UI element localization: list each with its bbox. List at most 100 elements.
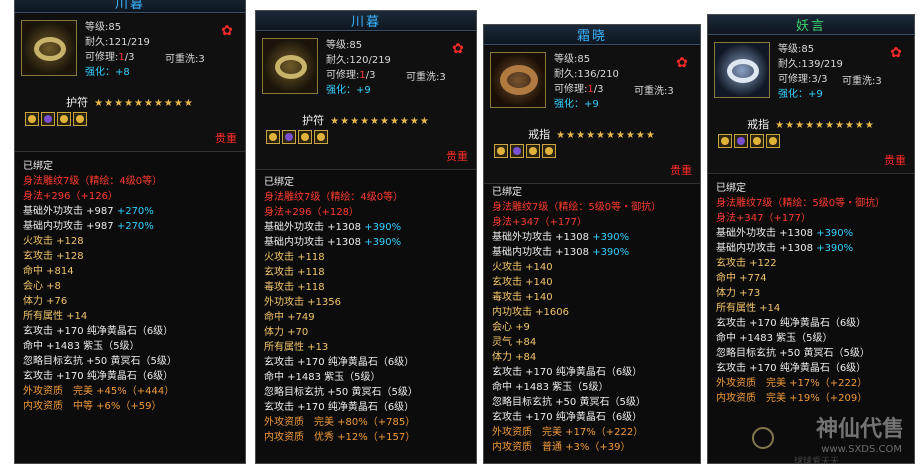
gem-slot-icon[interactable]: [73, 112, 87, 126]
gem-slot-icon[interactable]: [298, 130, 312, 144]
item-name: 川暮: [350, 15, 381, 30]
star-rating: ★★★★★★★★★★: [330, 116, 430, 127]
enhance-label: 强化: [554, 99, 574, 110]
attribute-percent: +390%: [364, 237, 402, 248]
amulet-icon[interactable]: [262, 38, 318, 94]
bound-status: 已绑定: [264, 177, 294, 188]
reset-info: 可重洗:3: [842, 72, 882, 87]
ring-icon[interactable]: [490, 52, 546, 108]
gem-line: 命中 +1483 紫玉（5级）: [716, 333, 833, 344]
aptitude-line: 外攻资质 完美 +17%（+222）: [492, 427, 644, 438]
item-name: 川暮: [114, 0, 145, 12]
attribute-text: 基础内功攻击 +987: [23, 221, 117, 232]
attribute-text: 基础外功攻击 +1308: [492, 232, 593, 243]
attribute-line: 身法雕纹7级（精绘：5级0等・御抗）: [492, 202, 662, 213]
aptitude-line: 外攻资质 完美 +80%（+785）: [264, 417, 416, 428]
reset-info: 可重洗:3: [165, 50, 205, 65]
attribute-line: 身法+347（+177）: [492, 217, 587, 228]
attribute-percent: +390%: [592, 247, 630, 258]
reset-label: 可重洗: [165, 54, 195, 65]
reset-label: 可重洗: [842, 76, 872, 87]
attribute-line: 火攻击 +128: [23, 236, 84, 247]
level-value: :85: [574, 54, 591, 65]
enhance-label: 强化: [778, 89, 798, 100]
durability-label: 耐久: [326, 55, 346, 66]
star-rating: ★★★★★★★★★★: [556, 130, 656, 141]
level-value: :85: [346, 40, 363, 51]
star-rating: ★★★★★★★★★★: [775, 120, 875, 131]
level-value: :85: [105, 22, 122, 33]
aptitude-line: 内攻资质 完美 +19%（+209）: [716, 393, 868, 404]
attribute-line: 身法雕纹7级（精绘：4级0等）: [23, 176, 163, 187]
attribute-line: 命中 +774: [716, 273, 767, 284]
gem-slot-icon[interactable]: [314, 130, 328, 144]
gem-slot-icon[interactable]: [526, 144, 540, 158]
gem-slot-icon[interactable]: [718, 134, 732, 148]
durability-label: 耐久: [778, 59, 798, 70]
attribute-line: 玄攻击 +128: [23, 251, 84, 262]
gem-line: 命中 +1483 紫玉（5级）: [264, 372, 381, 383]
enhance-value: +9: [808, 89, 823, 100]
durability-value: :120/219: [346, 55, 391, 66]
seal-icon: ✿: [676, 55, 688, 71]
seal-icon: ✿: [221, 23, 233, 39]
attribute-percent: +390%: [816, 243, 854, 254]
item-category: 戒指 ★★★★★★★★★★: [708, 116, 914, 132]
gem-line: 命中 +1483 紫玉（5级）: [23, 341, 140, 352]
attribute-line: 会心 +9: [492, 322, 530, 333]
gem-line: 忽略目标玄抗 +50 黄冥石（5级）: [264, 387, 418, 398]
gem-slot-icon[interactable]: [25, 112, 39, 126]
attribute-list: 已绑定 身法雕纹7级（精绘：4级0等） 身法+296（+128） 基础外功攻击 …: [256, 171, 476, 463]
durability-label: 耐久: [85, 37, 105, 48]
gem-slot-icon[interactable]: [734, 134, 748, 148]
attribute-line: 玄攻击 +140: [492, 277, 553, 288]
attribute-line: 基础内功攻击 +1308 +390%: [492, 245, 629, 260]
star-rating: ★★★★★★★★★★: [94, 98, 194, 109]
reset-value: :3: [195, 54, 205, 65]
repair-label: 可修理: [326, 70, 356, 81]
gem-slot-icon[interactable]: [41, 112, 55, 126]
gem-slot-icon[interactable]: [266, 130, 280, 144]
attribute-line: 身法+347（+177）: [716, 213, 811, 224]
durability-value: :136/210: [574, 69, 619, 80]
bound-status: 已绑定: [492, 187, 522, 198]
amulet-icon[interactable]: [21, 20, 77, 76]
enhance-value: +8: [115, 67, 130, 78]
gem-slot-icon[interactable]: [494, 144, 508, 158]
item-header: 等级:85 耐久:136/210 可修理:1/3 强化：+9 可重洗:3 ✿ 戒…: [484, 46, 700, 184]
attribute-text: 基础外功攻击 +1308: [264, 222, 365, 233]
item-title-bar: 川暮: [15, 0, 245, 13]
gem-slot-icon[interactable]: [766, 134, 780, 148]
attribute-percent: +270%: [116, 206, 154, 217]
enhance-value: +9: [356, 85, 371, 96]
ring-icon[interactable]: [714, 42, 770, 98]
item-category: 戒指 ★★★★★★★★★★: [484, 126, 700, 142]
attribute-line: 外功攻击 +1356: [264, 297, 342, 308]
gem-line: 玄攻击 +170 纯净黄晶石（6级）: [264, 357, 415, 368]
gem-slot-icon[interactable]: [542, 144, 556, 158]
seal-icon: ✿: [890, 45, 902, 61]
attribute-list: 已绑定 身法雕纹7级（精绘：4级0等） 身法+296（+126） 基础外功攻击 …: [15, 153, 245, 463]
attribute-line: 灵气 +84: [492, 337, 537, 348]
gem-line: 玄攻击 +170 纯净黄晶石（6级）: [23, 371, 174, 382]
gem-line: 忽略目标玄抗 +50 黄冥石（5级）: [492, 397, 646, 408]
item-stats: 等级:85 耐久:139/219 可修理:3/3 强化：+9: [778, 44, 843, 100]
attribute-line: 基础内功攻击 +1308 +390%: [716, 241, 853, 256]
reset-info: 可重洗:3: [406, 68, 446, 83]
gem-slot-icon[interactable]: [282, 130, 296, 144]
gem-slot-icon[interactable]: [57, 112, 71, 126]
gem-slot-icon[interactable]: [510, 144, 524, 158]
item-title-bar: 霜晓: [484, 25, 700, 45]
attribute-line: 所有属性 +14: [23, 311, 88, 322]
level-value: :85: [798, 44, 815, 55]
level-label: 等级: [554, 54, 574, 65]
category-label: 护符: [302, 114, 325, 127]
aptitude-line: 内攻资质 中等 +6%（+59）: [23, 401, 162, 412]
attribute-line: 基础外功攻击 +987 +270%: [23, 204, 154, 219]
gem-slot-icon[interactable]: [750, 134, 764, 148]
item-title-bar: 川暮: [256, 11, 476, 31]
gem-line: 命中 +1483 紫玉（5级）: [492, 382, 609, 393]
gem-line: 玄攻击 +170 纯净黄晶石（6级）: [492, 412, 643, 423]
repair-total: /3: [593, 84, 604, 95]
item-header: 等级:85 耐久:120/219 可修理:1/3 强化：+9 可重洗:3 ✿ 护…: [256, 32, 476, 170]
